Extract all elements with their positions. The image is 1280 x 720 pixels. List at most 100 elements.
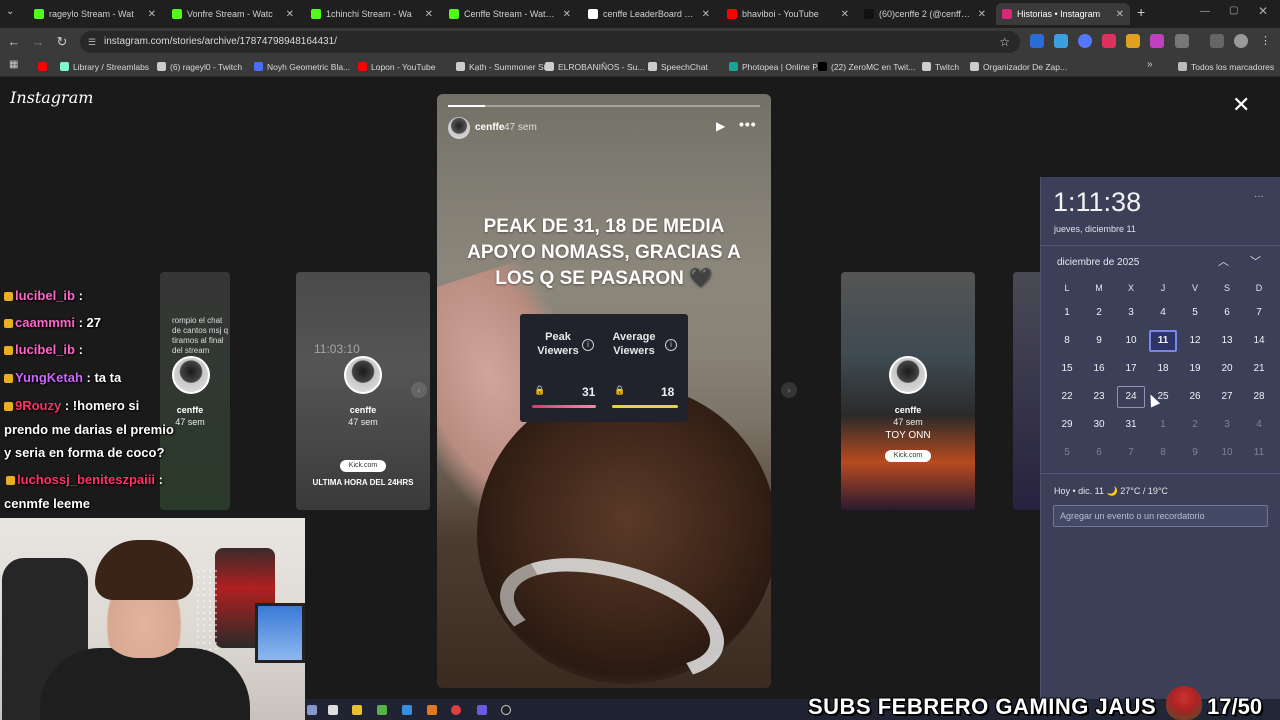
browser-tab[interactable]: bhaviboi - YouTube ✕ (721, 3, 855, 25)
calendar-day[interactable]: 10 (1213, 442, 1241, 464)
bookmark-star-icon[interactable]: ☆ (999, 31, 1010, 53)
calendar-day[interactable]: 4 (1245, 414, 1273, 436)
calendar-day[interactable]: 4 (1149, 302, 1177, 324)
browser-tab[interactable]: rageylo Stream - Wat ✕ (28, 3, 162, 25)
play-icon[interactable]: ▶ (716, 119, 725, 133)
calendar-day[interactable]: 21 (1245, 358, 1273, 380)
calendar-day[interactable]: 10 (1117, 330, 1145, 352)
calendar-day[interactable]: 5 (1181, 302, 1209, 324)
bookmark-item[interactable]: (6) rageyl0 - Twitch (157, 59, 242, 74)
bookmark-item[interactable]: Lopon - YouTube (358, 59, 435, 74)
maximize-icon[interactable]: ▢ (1229, 5, 1238, 16)
bookmark-item[interactable]: (22) ZeroMC en Twit... (818, 59, 915, 74)
close-tab-icon[interactable]: ✕ (148, 9, 156, 20)
bookmark-item[interactable]: SpeechChat (648, 59, 708, 74)
browser-tab[interactable]: Vonfre Stream - Watc ✕ (166, 3, 300, 25)
clock-date[interactable]: jueves, diciembre 11 (1054, 224, 1136, 234)
calendar-day[interactable]: 5 (1053, 442, 1081, 464)
more-options-icon[interactable]: ••• (739, 116, 757, 132)
calendar-day[interactable]: 26 (1181, 386, 1209, 408)
tab-search-icon[interactable]: ⌄ (6, 6, 14, 17)
close-tab-icon[interactable]: ✕ (702, 9, 710, 20)
calendar-day[interactable]: 28 (1245, 386, 1273, 408)
chevron-down-icon[interactable]: ﹀ (1250, 253, 1261, 269)
bookmark-item[interactable]: Twitch (922, 59, 959, 74)
browser-tab[interactable]: 1chinchi Stream - Wa ✕ (305, 3, 439, 25)
calendar-day[interactable]: 1 (1053, 302, 1081, 324)
calendar-day[interactable]: 6 (1085, 442, 1113, 464)
browser-tab[interactable]: Historias • Instagram ✕ (996, 3, 1130, 25)
extension-icon[interactable] (1126, 34, 1140, 48)
close-tab-icon[interactable]: ✕ (1116, 9, 1124, 20)
calendar-day[interactable]: 8 (1053, 330, 1081, 352)
extension-icon[interactable] (1030, 34, 1044, 48)
all-bookmarks-folder[interactable]: Todos los marcadores (1178, 59, 1274, 74)
extension-icon[interactable] (1078, 34, 1092, 48)
browser-tab[interactable]: cenffe LeaderBoard | The ✕ (582, 3, 716, 25)
address-bar[interactable]: ☰ instagram.com/stories/archive/17874798… (80, 31, 1020, 53)
story-thumbnail[interactable]: 11:03:10 cenffe 47 sem Kick.com ULTIMA H… (296, 272, 430, 510)
back-icon[interactable]: ← (4, 32, 24, 52)
bookmarks-overflow-icon[interactable]: » (1147, 59, 1153, 70)
story-username[interactable]: cenffe (475, 122, 504, 133)
app-icon[interactable] (402, 705, 412, 715)
extension-icon[interactable] (1150, 34, 1164, 48)
calendar-day[interactable]: 18 (1149, 358, 1177, 380)
calendar-day[interactable]: 13 (1213, 330, 1241, 352)
calendar-day[interactable]: 11 (1245, 442, 1273, 464)
calendar-day[interactable]: 7 (1117, 442, 1145, 464)
calendar-day[interactable]: 24 (1117, 386, 1145, 408)
new-tab-button[interactable]: + (1137, 4, 1145, 20)
app-icon[interactable] (377, 705, 387, 715)
close-tab-icon[interactable]: ✕ (286, 9, 294, 20)
calendar-day[interactable]: 27 (1213, 386, 1241, 408)
calendar-day[interactable]: 17 (1117, 358, 1145, 380)
story-card[interactable]: cenffe 47 sem ▶ ••• PEAK DE 31, 18 DE ME… (437, 94, 771, 688)
calendar-day-today[interactable]: 11 (1149, 330, 1177, 352)
calendar-day[interactable]: 15 (1053, 358, 1081, 380)
calendar-day[interactable]: 2 (1085, 302, 1113, 324)
chevron-up-icon[interactable]: ︿ (1218, 253, 1229, 269)
file-explorer-icon[interactable] (352, 705, 362, 715)
story-thumbnail[interactable] (1013, 272, 1043, 510)
reload-icon[interactable]: ↻ (52, 32, 72, 52)
calendar-day[interactable]: 30 (1085, 414, 1113, 436)
apps-grid-icon[interactable]: ▦ (9, 59, 18, 70)
add-event-input[interactable]: Agregar un evento o un recordatorio (1053, 505, 1268, 527)
extensions-puzzle-icon[interactable] (1175, 34, 1189, 48)
browser-tab[interactable]: (60)cenffe 2 (@cenffe2) | ✕ (858, 3, 992, 25)
calendar-day[interactable]: 7 (1245, 302, 1273, 324)
bookmark-item[interactable] (38, 59, 51, 74)
minimize-icon[interactable]: — (1200, 6, 1210, 17)
close-tab-icon[interactable]: ✕ (841, 9, 849, 20)
close-tab-icon[interactable]: ✕ (978, 9, 986, 20)
chrome-icon[interactable] (451, 705, 461, 715)
calendar-day[interactable]: 22 (1053, 386, 1081, 408)
previous-story-icon[interactable]: ‹ (411, 382, 427, 398)
calendar-day[interactable]: 9 (1181, 442, 1209, 464)
calendar-day[interactable]: 16 (1085, 358, 1113, 380)
calendar-day[interactable]: 19 (1181, 358, 1209, 380)
app-icon[interactable] (477, 705, 487, 715)
close-icon[interactable]: ✕ (1232, 92, 1250, 118)
browser-tab[interactable]: Cenffe Stream - Watch Li ✕ (443, 3, 577, 25)
bookmark-item[interactable]: Library / Streamlabs (60, 59, 149, 74)
calendar-day[interactable]: 31 (1117, 414, 1145, 436)
story-thumbnail[interactable]: cenffe 47 sem TOY ONN Kick.com (841, 272, 975, 510)
next-story-icon[interactable]: › (781, 382, 797, 398)
profile-avatar[interactable] (1234, 34, 1248, 48)
calendar-month-label[interactable]: diciembre de 2025 (1057, 257, 1139, 268)
calendar-day[interactable]: 6 (1213, 302, 1241, 324)
calendar-day[interactable]: 3 (1213, 414, 1241, 436)
calendar-day[interactable]: 29 (1053, 414, 1081, 436)
calendar-day[interactable]: 20 (1213, 358, 1241, 380)
close-tab-icon[interactable]: ✕ (425, 9, 433, 20)
avatar[interactable] (448, 117, 470, 139)
app-icon[interactable] (427, 705, 437, 715)
close-tab-icon[interactable]: ✕ (563, 9, 571, 20)
forward-icon[interactable]: → (28, 32, 48, 52)
bookmark-item[interactable]: Kạth - Summoner St... (456, 59, 553, 74)
calendar-day[interactable]: 12 (1181, 330, 1209, 352)
calendar-day[interactable]: 23 (1085, 386, 1113, 408)
calendar-day[interactable]: 3 (1117, 302, 1145, 324)
